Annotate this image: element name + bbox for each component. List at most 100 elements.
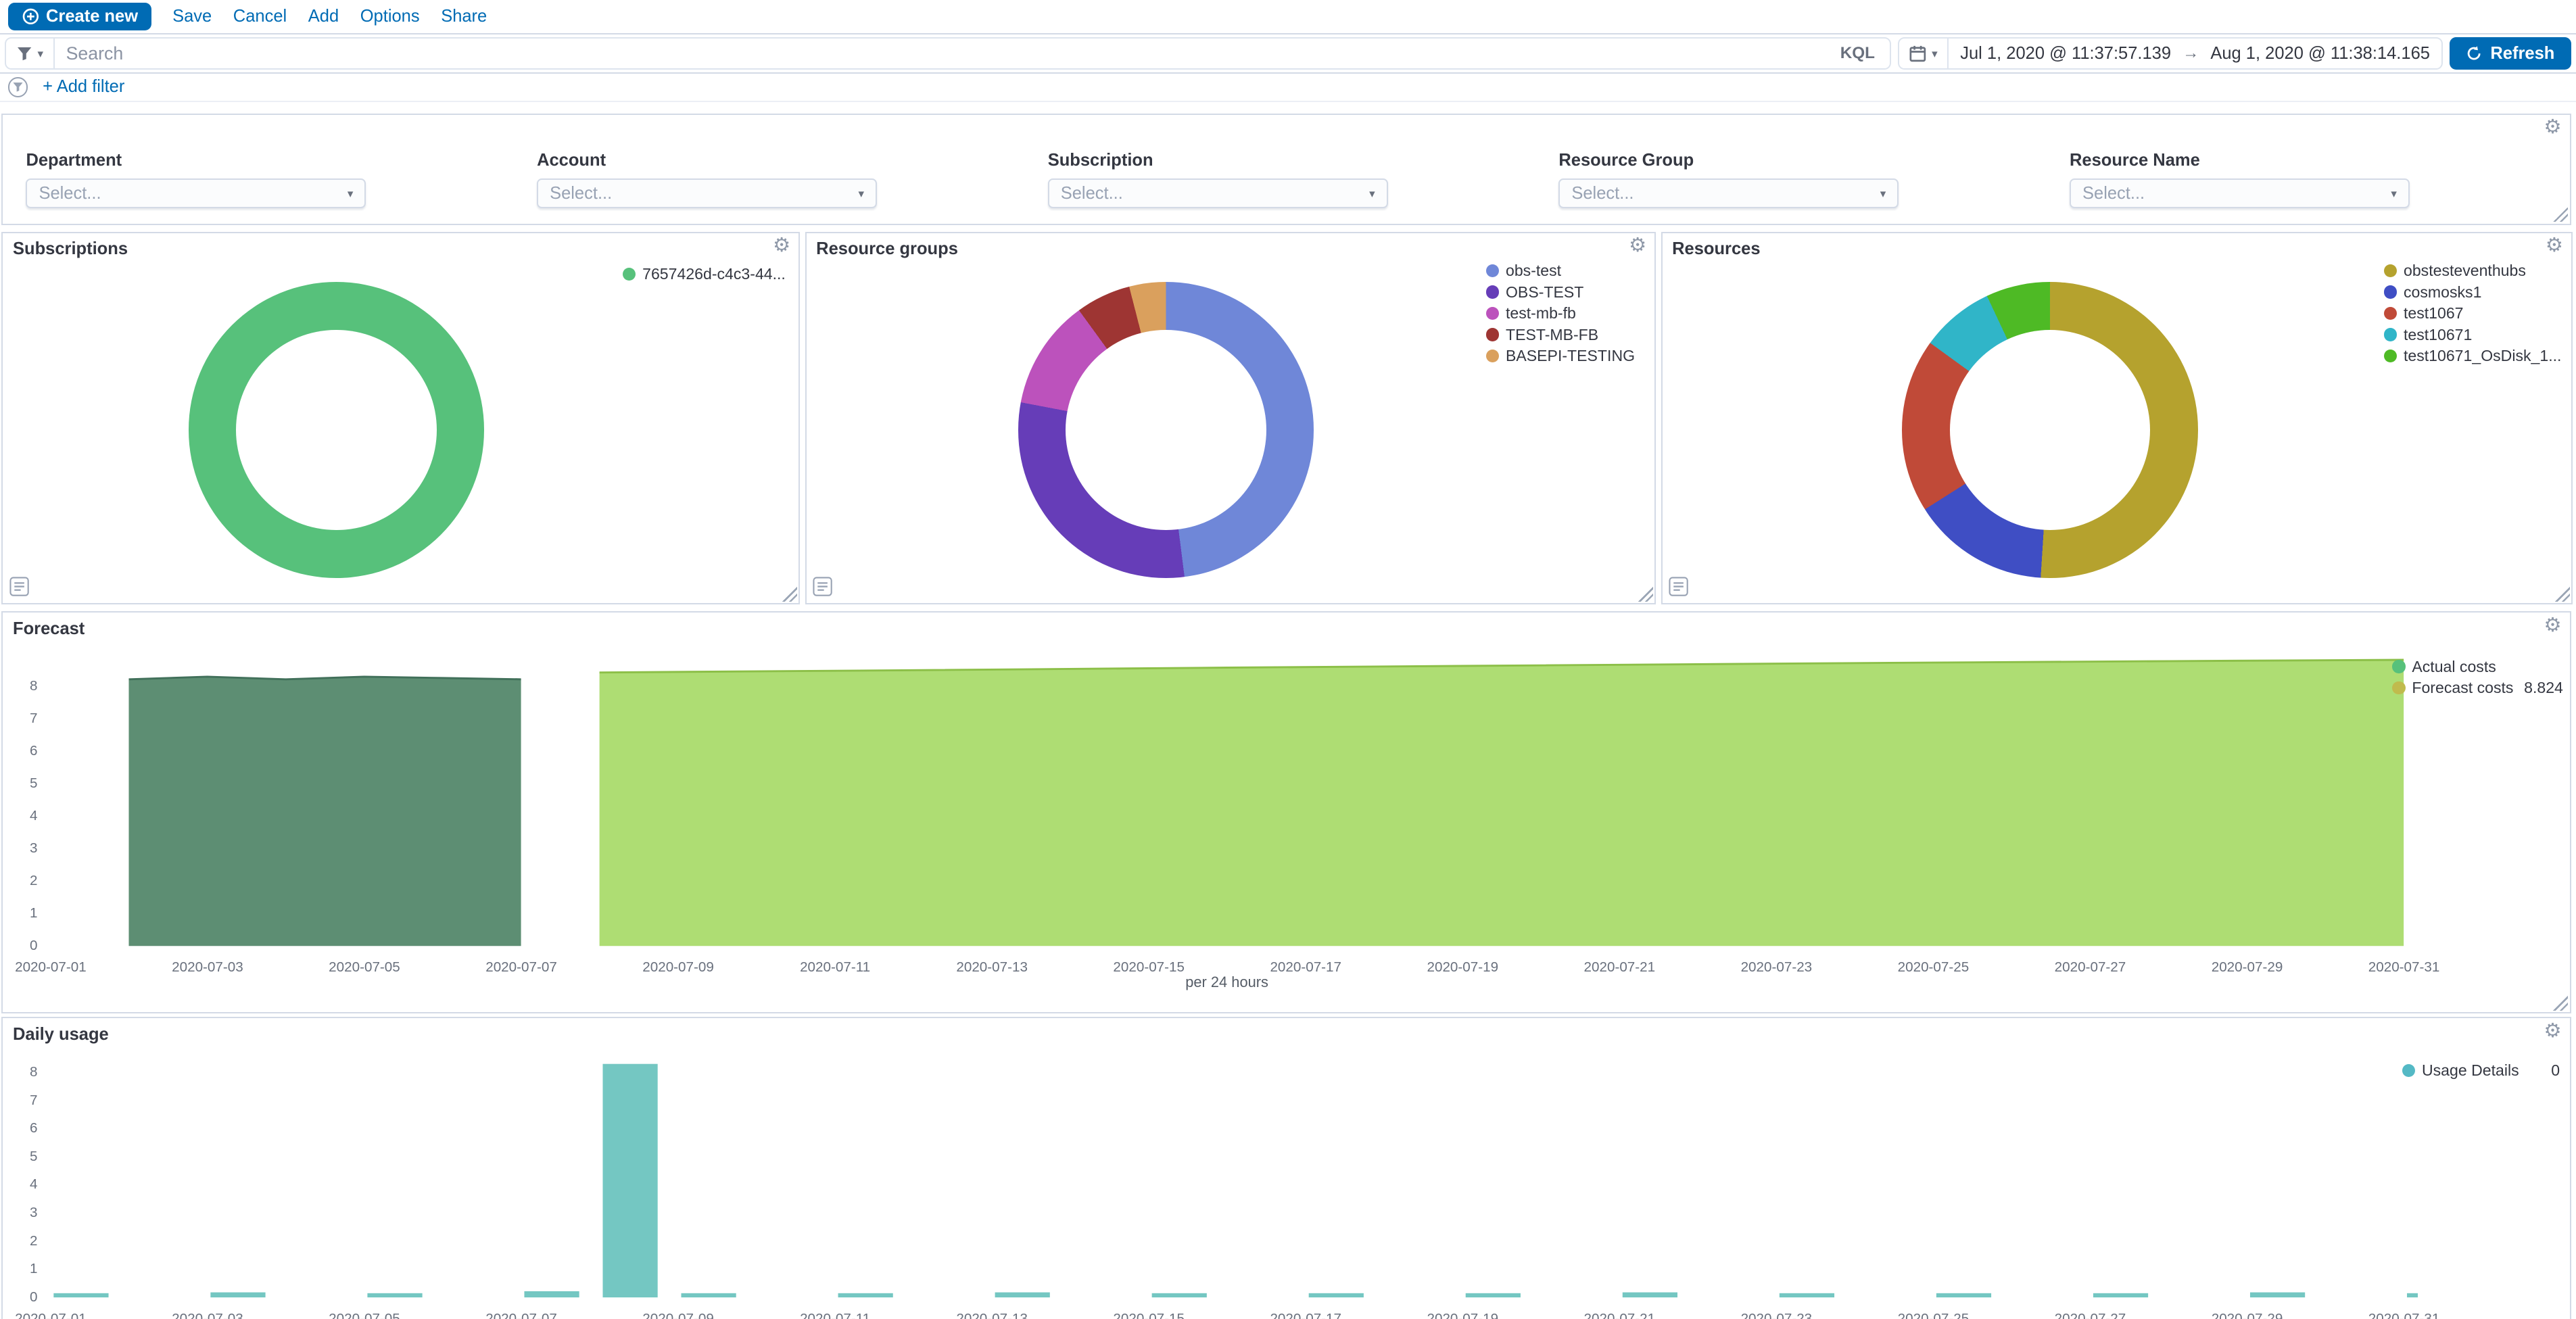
date-picker: ▾ Jul 1, 2020 @ 11:37:57.139 → Aug 1, 20… bbox=[1898, 37, 2443, 70]
y-axis-tick: 7 bbox=[3, 711, 37, 727]
legend-dot bbox=[2384, 285, 2397, 298]
department-select[interactable]: Select... ▾ bbox=[26, 178, 366, 208]
legend-item[interactable]: test10671_OsDisk_1... bbox=[2384, 348, 2562, 364]
legend-toggle-icon[interactable] bbox=[9, 577, 29, 596]
y-axis-tick: 5 bbox=[3, 1149, 37, 1165]
account-select[interactable]: Select... ▾ bbox=[537, 178, 877, 208]
panel-options-gear-icon[interactable]: ⚙ bbox=[2544, 1022, 2561, 1041]
search-input[interactable] bbox=[55, 43, 1826, 64]
subscription-select[interactable]: Select... ▾ bbox=[1048, 178, 1388, 208]
legend-item[interactable]: test10671 bbox=[2384, 327, 2562, 343]
legend-dot bbox=[1486, 350, 1499, 362]
legend-dot bbox=[2384, 264, 2397, 277]
y-axis-tick: 8 bbox=[3, 1064, 37, 1080]
legend-item[interactable]: BASEPI-TESTING bbox=[1486, 348, 1635, 364]
y-axis-tick: 3 bbox=[3, 1205, 37, 1221]
legend-item[interactable]: test-mb-fb bbox=[1486, 305, 1635, 321]
add-link[interactable]: Add bbox=[308, 7, 339, 26]
legend-item[interactable]: Usage Details 0 bbox=[2402, 1063, 2560, 1079]
panel-options-gear-icon[interactable]: ⚙ bbox=[2546, 236, 2563, 256]
y-axis-tick: 8 bbox=[3, 678, 37, 694]
filter-options-icon[interactable] bbox=[8, 77, 28, 97]
legend-toggle-icon[interactable] bbox=[813, 577, 832, 596]
x-axis-tick: 2020-07-03 bbox=[151, 1311, 263, 1319]
x-axis-tick: 2020-07-29 bbox=[2191, 1311, 2303, 1319]
y-axis-tick: 6 bbox=[3, 743, 37, 759]
date-to[interactable]: Aug 1, 2020 @ 11:38:14.165 bbox=[2199, 44, 2441, 64]
share-link[interactable]: Share bbox=[441, 7, 487, 26]
panel-options-gear-icon[interactable]: ⚙ bbox=[2544, 616, 2561, 635]
cancel-link[interactable]: Cancel bbox=[233, 7, 287, 26]
x-axis-tick: 2020-07-27 bbox=[2034, 1311, 2146, 1319]
query-language-selector[interactable]: KQL bbox=[1840, 44, 1875, 63]
resize-handle[interactable] bbox=[782, 587, 797, 602]
legend-label: obs-test bbox=[1506, 262, 1561, 280]
y-axis-tick: 6 bbox=[3, 1120, 37, 1136]
legend-item[interactable]: Actual costs bbox=[2392, 658, 2563, 675]
panel-title: Resources bbox=[1672, 239, 1760, 259]
resource-groups-donut-chart[interactable] bbox=[1018, 282, 1314, 577]
x-axis-title: per 24 hours bbox=[51, 974, 2403, 991]
legend-label: Forecast costs bbox=[2412, 679, 2513, 697]
legend-item[interactable]: obs-test bbox=[1486, 262, 1635, 279]
legend-dot bbox=[2392, 660, 2405, 673]
panel-options-gear-icon[interactable]: ⚙ bbox=[773, 236, 790, 256]
chevron-down-icon: ▾ bbox=[37, 48, 43, 59]
x-axis-tick: 2020-07-05 bbox=[308, 1311, 420, 1319]
resource-group-select[interactable]: Select... ▾ bbox=[1558, 178, 1899, 208]
top-navigation: Create new Save Cancel Add Options Share bbox=[0, 0, 2576, 34]
resource-name-select[interactable]: Select... ▾ bbox=[2070, 178, 2410, 208]
x-axis-tick: 2020-07-25 bbox=[1878, 1311, 1989, 1319]
x-axis-tick: 2020-07-07 bbox=[465, 1311, 577, 1319]
legend-item[interactable]: TEST-MB-FB bbox=[1486, 327, 1635, 343]
create-new-button[interactable]: Create new bbox=[8, 3, 151, 30]
y-axis-tick: 1 bbox=[3, 905, 37, 921]
chevron-down-icon: ▾ bbox=[1369, 188, 1375, 199]
resize-handle[interactable] bbox=[2555, 587, 2570, 602]
resize-handle[interactable] bbox=[1638, 587, 1653, 602]
save-link[interactable]: Save bbox=[172, 7, 212, 26]
legend-item[interactable]: test1067 bbox=[2384, 305, 2562, 321]
date-from[interactable]: Jul 1, 2020 @ 11:37:57.139 bbox=[1949, 44, 2183, 64]
x-axis-tick: 2020-07-09 bbox=[622, 1311, 734, 1319]
legend-dot bbox=[2402, 1064, 2415, 1077]
calendar-button[interactable]: ▾ bbox=[1899, 39, 1949, 69]
resize-handle[interactable] bbox=[2553, 996, 2568, 1011]
resize-handle[interactable] bbox=[2553, 208, 2568, 222]
resources-donut-chart[interactable] bbox=[1902, 282, 2197, 577]
refresh-button[interactable]: Refresh bbox=[2450, 37, 2571, 70]
legend-label: cosmosks1 bbox=[2404, 283, 2481, 302]
options-link[interactable]: Options bbox=[360, 7, 420, 26]
legend-item[interactable]: Forecast costs 8.824 bbox=[2392, 679, 2563, 696]
subscriptions-donut-chart[interactable] bbox=[189, 282, 484, 577]
bar bbox=[1309, 1293, 1364, 1297]
chart-canvas bbox=[3, 1018, 2418, 1301]
panel-options-gear-icon[interactable]: ⚙ bbox=[1629, 236, 1646, 256]
bar bbox=[1152, 1293, 1207, 1297]
saved-query-menu-button[interactable]: ▾ bbox=[6, 39, 54, 69]
legend-dot bbox=[2392, 681, 2405, 694]
legend-item[interactable]: 7657426d-c4c3-44... bbox=[623, 266, 786, 282]
control-label: Account bbox=[537, 151, 877, 170]
legend-item[interactable]: cosmosks1 bbox=[2384, 284, 2562, 300]
control-account: Account Select... ▾ bbox=[537, 151, 877, 208]
legend-item[interactable]: OBS-TEST bbox=[1486, 284, 1635, 300]
panel-title: Subscriptions bbox=[13, 239, 128, 259]
legend-dot bbox=[1486, 285, 1499, 298]
legend-toggle-icon[interactable] bbox=[1669, 577, 1688, 596]
resources-legend: obstesteventhubs cosmosks1 test1067 test106… bbox=[2384, 262, 2562, 364]
add-filter-button[interactable]: + Add filter bbox=[43, 77, 124, 97]
x-axis-tick: 2020-07-11 bbox=[780, 959, 891, 976]
legend-label: test1067 bbox=[2404, 304, 2464, 322]
forecast-chart[interactable]: 0123456782020-07-012020-07-032020-07-052… bbox=[3, 613, 2569, 1012]
panel-daily-usage: Daily usage ⚙ 0123456782020-07-012020-07… bbox=[1, 1017, 2571, 1319]
legend-item[interactable]: obstesteventhubs bbox=[2384, 262, 2562, 279]
bar bbox=[995, 1293, 1050, 1297]
control-resource-name: Resource Name Select... ▾ bbox=[2070, 151, 2410, 208]
control-label: Department bbox=[26, 151, 366, 170]
x-axis-tick: 2020-07-25 bbox=[1878, 959, 1989, 976]
control-label: Subscription bbox=[1048, 151, 1388, 170]
daily-usage-chart[interactable]: 0123456782020-07-012020-07-032020-07-052… bbox=[3, 1018, 2569, 1319]
panel-options-gear-icon[interactable]: ⚙ bbox=[2544, 118, 2561, 137]
control-label: Resource Group bbox=[1558, 151, 1899, 170]
